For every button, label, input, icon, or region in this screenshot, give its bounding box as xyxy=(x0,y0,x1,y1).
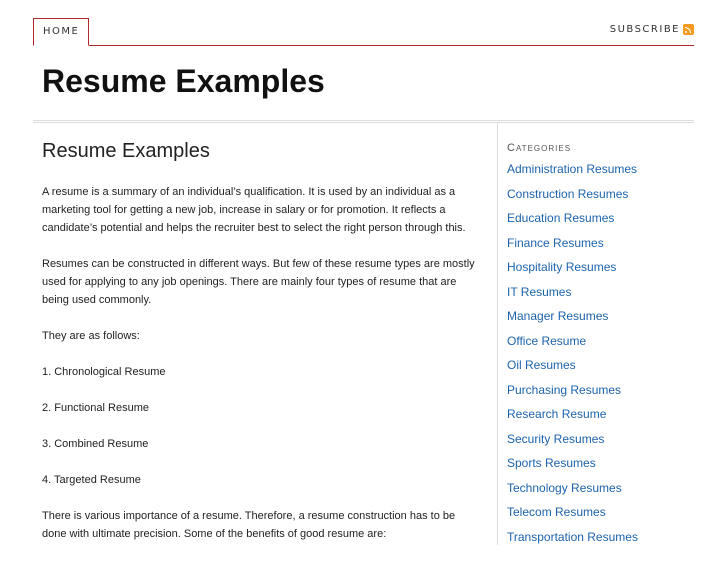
categories-list: Administration Resumes Construction Resu… xyxy=(507,160,697,552)
category-link-finance[interactable]: Finance Resumes xyxy=(507,236,604,250)
category-link-research[interactable]: Research Resume xyxy=(507,407,606,421)
post-content: Resume Examples A resume is a summary of… xyxy=(42,140,482,561)
category-item: Hospitality Resumes xyxy=(507,258,697,283)
category-item: Sports Resumes xyxy=(507,454,697,479)
subscribe-label: SUBSCRIBE xyxy=(609,24,680,35)
category-link-sports[interactable]: Sports Resumes xyxy=(507,456,596,470)
post-list-item: 3. Combined Resume xyxy=(42,438,149,450)
category-link-transportation[interactable]: Transportation Resumes xyxy=(507,530,638,544)
post-list-item: 2. Functional Resume xyxy=(42,402,149,414)
post-list-item: 1. Chronological Resume xyxy=(42,366,166,378)
category-item: Education Resumes xyxy=(507,209,697,234)
category-link-telecom[interactable]: Telecom Resumes xyxy=(507,505,606,519)
post-paragraph: Resumes can be constructed in different … xyxy=(42,258,475,306)
category-link-it[interactable]: IT Resumes xyxy=(507,285,571,299)
category-link-administration[interactable]: Administration Resumes xyxy=(507,162,637,176)
category-item: Oil Resumes xyxy=(507,356,697,381)
top-navigation: HOME SUBSCRIBE xyxy=(33,18,694,46)
post-paragraph: A resume is a summary of an individual’s… xyxy=(42,186,466,234)
category-item: Security Resumes xyxy=(507,430,697,455)
sidebar: Categories Administration Resumes Constr… xyxy=(507,142,697,552)
category-link-education[interactable]: Education Resumes xyxy=(507,211,614,225)
category-link-construction[interactable]: Construction Resumes xyxy=(507,187,628,201)
category-link-security[interactable]: Security Resumes xyxy=(507,432,604,446)
category-link-hospitality[interactable]: Hospitality Resumes xyxy=(507,260,616,274)
subscribe-link[interactable]: SUBSCRIBE xyxy=(610,24,694,35)
post-list-item: 4. Targeted Resume xyxy=(42,474,141,486)
categories-heading: Categories xyxy=(507,142,572,154)
post-title: Resume Examples xyxy=(42,140,210,162)
category-item: Construction Resumes xyxy=(507,185,697,210)
category-link-technology[interactable]: Technology Resumes xyxy=(507,481,622,495)
category-item: Manager Resumes xyxy=(507,307,697,332)
post-paragraph: There is various importance of a resume.… xyxy=(42,510,456,540)
site-title[interactable]: Resume Examples xyxy=(42,63,325,100)
rss-icon xyxy=(683,24,694,35)
category-item: Research Resume xyxy=(507,405,697,430)
category-item: Purchasing Resumes xyxy=(507,381,697,406)
category-item: IT Resumes xyxy=(507,283,697,308)
category-item: Administration Resumes xyxy=(507,160,697,185)
post-paragraph: They are as follows: xyxy=(42,330,140,342)
category-item: Transportation Resumes xyxy=(507,528,697,553)
category-item: Office Resume xyxy=(507,332,697,357)
category-item: Telecom Resumes xyxy=(507,503,697,528)
category-link-office[interactable]: Office Resume xyxy=(507,334,586,348)
category-link-purchasing[interactable]: Purchasing Resumes xyxy=(507,383,621,397)
category-link-oil[interactable]: Oil Resumes xyxy=(507,358,576,372)
header-divider xyxy=(33,120,694,123)
category-link-manager[interactable]: Manager Resumes xyxy=(507,309,608,323)
home-tab[interactable]: HOME xyxy=(33,18,90,46)
category-item: Finance Resumes xyxy=(507,234,697,259)
category-item: Technology Resumes xyxy=(507,479,697,504)
sidebar-divider xyxy=(497,122,498,545)
